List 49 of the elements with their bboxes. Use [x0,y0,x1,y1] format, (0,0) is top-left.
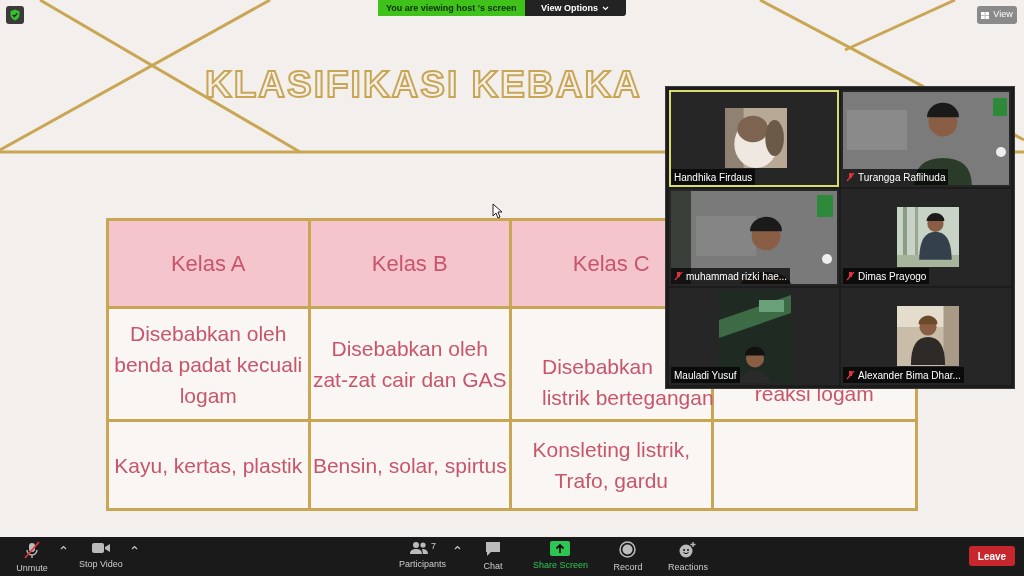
video-tile[interactable]: Dimas Prayogo [841,189,1011,286]
participant-name-label: muhammad rizki hae... [671,268,791,284]
shield-icon[interactable] [6,6,24,24]
table-cell-text: Disebabkan oleh [331,336,488,362]
video-button[interactable]: Stop Video [71,537,131,572]
participant-count: 7 [430,541,436,551]
share-screen-icon [550,541,571,556]
viewing-status-label: You are viewing host 's screen [378,0,525,16]
table-cell-text: benda padat kecuali [114,351,303,378]
caret-up-icon[interactable] [60,545,67,550]
video-tile[interactable]: Handhika Firdaus [669,90,839,187]
table-cell-text: zat-zat cair dan GAS [312,367,507,393]
table-header: Kelas B [371,250,448,278]
reactions-button[interactable]: Reactions [659,537,716,575]
chat-bubble-icon [483,541,502,557]
video-camera-icon [90,541,111,555]
participant-name-label: Dimas Prayogo [843,268,930,284]
participants-button[interactable]: 7 Participants [390,537,454,572]
chat-button[interactable]: Chat [464,537,521,574]
table-cell-text: Disebabkan [542,354,653,380]
view-options-button[interactable]: View Options [524,0,626,16]
video-tile[interactable]: Turangga Raflihuda [841,90,1011,187]
table-cell-text: Konsleting listrik, [532,437,691,463]
video-tile[interactable]: Mauladi Yusuf [669,288,839,385]
video-tile[interactable]: muhammad rizki hae... [669,189,839,286]
grid-icon [981,11,990,19]
table-cell-text: Bensin, solar, spirtus [312,452,507,479]
share-button[interactable]: Share Screen [524,537,596,573]
slide-title: KLASIFIKASI KEBAKA [205,64,642,106]
table-cell-text: Trafo, gardu [554,468,669,494]
video-tile[interactable]: Alexander Bima Dhar... [841,288,1011,385]
table-cell-text: logam [179,382,237,409]
chevron-down-icon [601,5,609,11]
table-cell-text: Disebabkan oleh [130,320,287,347]
record-icon [619,541,637,558]
people-icon [408,541,429,555]
leave-button[interactable]: Leave [969,546,1015,566]
table-cell-text: Kayu, kertas, plastik [114,452,303,479]
table-header: Kelas C [572,250,650,278]
participant-name-label: Turangga Raflihuda [843,169,949,185]
participant-name-label: Alexander Bima Dhar... [843,367,964,383]
caret-up-icon[interactable] [453,545,461,550]
participant-name-label: Handhika Firdaus [671,169,756,185]
smiley-plus-icon [678,541,698,558]
table-header: Kelas A [170,250,246,278]
record-button[interactable]: Record [599,537,656,575]
mic-button[interactable]: Unmute [4,537,60,576]
caret-up-icon[interactable] [130,545,138,550]
participant-name-label: Mauladi Yusuf [671,367,740,383]
